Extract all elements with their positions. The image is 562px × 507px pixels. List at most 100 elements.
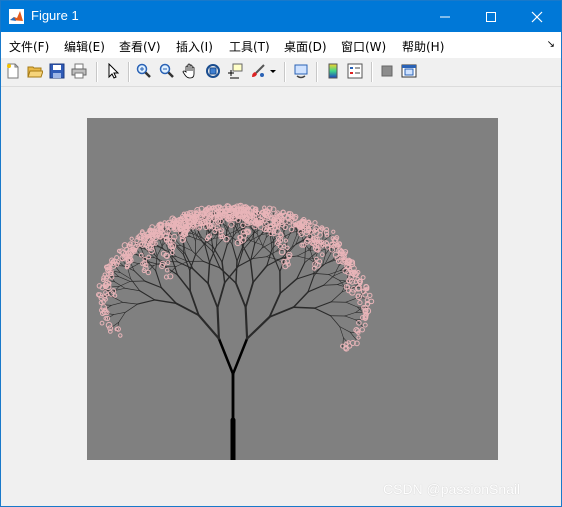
minimize-button[interactable] [422,1,468,32]
tree-branch [130,278,141,292]
minimize-icon [440,16,450,17]
open-file-icon[interactable] [25,61,45,81]
brush-dropdown-arrow-icon[interactable] [267,61,279,81]
tree-branch [345,297,358,303]
print-icon[interactable] [69,61,89,81]
blossom-marker [99,320,105,326]
tree-branch [111,302,124,306]
hide-plot-tools-icon[interactable] [377,61,397,81]
tree-branch [216,306,220,340]
show-plot-tools-icon[interactable] [399,61,419,81]
menu-desktop[interactable]: 桌面(D) [284,38,327,55]
zoom-in-icon[interactable] [134,61,154,81]
link-plot-icon[interactable] [291,61,311,81]
window-title: Figure 1 [31,8,79,23]
select-arrow-icon[interactable] [103,61,123,81]
tree-branch [139,290,156,301]
matlab-logo-icon [9,9,24,24]
maximize-button[interactable] [468,1,514,32]
tree-branch [261,242,273,249]
tree-branch [314,301,332,309]
maximize-icon [486,11,496,22]
tree-branch [176,274,191,292]
tree-branch [209,245,217,263]
close-icon [531,11,543,22]
tree-branch [216,281,226,309]
menu-view[interactable]: 查看(V) [119,38,161,55]
blossom-marker [312,220,318,226]
tree-branch [292,291,309,308]
blossom-marker [146,254,152,260]
rotate-3d-icon[interactable] [203,61,223,81]
blossom-marker [129,236,134,241]
brush-icon[interactable] [248,61,268,81]
blossom-marker [324,240,330,246]
tree-branch [175,256,189,262]
tree-branch [304,246,306,263]
tree-branch [279,278,298,295]
blossom-marker [118,333,123,338]
menu-tools[interactable]: 工具(T) [229,38,270,55]
menu-dock-arrow-icon[interactable]: ↘ [547,39,555,50]
menu-insert[interactable]: 插入(I) [176,38,213,55]
menu-help[interactable]: 帮助(H) [402,38,444,55]
tree-branch [344,315,357,321]
zoom-out-icon[interactable] [157,61,177,81]
blossom-marker [283,238,288,243]
tree-branch [344,312,357,317]
tree-branch [244,281,254,309]
blossom-marker [165,260,171,266]
tree-branch [108,286,120,288]
menu-edit[interactable]: 编辑(E) [64,38,105,55]
tree-branch [342,337,344,348]
tree-branch [323,284,338,286]
pan-hand-icon[interactable] [180,61,200,81]
blossom-marker [262,205,267,210]
blossom-marker [319,252,325,257]
tree-branch [197,314,220,340]
tree-branch [249,260,254,284]
tree-branch [118,312,126,323]
tree-branch [192,268,209,285]
blossom-marker [357,299,363,306]
tree-branch [124,287,141,292]
tree-branch [323,275,335,286]
tree-branch [124,303,138,313]
tree-branch [231,243,238,262]
blossom-marker [360,275,366,280]
tree-branch [144,280,162,289]
tree-branch [211,236,213,252]
tree-branch [191,230,196,242]
tree-branch [112,296,124,303]
tree-branch [349,331,357,341]
toolbar-separator [284,62,286,82]
data-cursor-icon[interactable] [225,61,245,81]
menu-bar: 文件(F) 编辑(E) 查看(V) 插入(I) 工具(T) 桌面(D) 窗口(W… [1,32,561,58]
tree-branch [296,250,309,257]
blossom-marker [362,322,368,328]
tree-branch [122,301,138,305]
tree-branch [252,265,268,284]
menu-file[interactable]: 文件(F) [9,38,49,55]
new-figure-icon[interactable] [3,61,23,81]
colorbar-icon[interactable] [323,61,343,81]
tree-branch [242,244,252,262]
tree-branch [244,306,249,340]
save-icon[interactable] [47,61,67,81]
legend-icon[interactable] [345,61,365,81]
axes-plot-area[interactable] [87,118,498,460]
tree-branch [207,261,211,285]
tree-branch [137,299,156,305]
tree-branch [252,256,267,259]
tree-branch [235,260,238,284]
toolbar-separator [316,62,318,82]
blossom-marker [356,335,361,340]
menu-window[interactable]: 窗口(W) [341,38,386,55]
blossom-marker [306,219,311,224]
blossom-marker [282,244,287,249]
blossom-marker [114,327,119,332]
tree-branch [195,243,205,255]
close-button[interactable] [514,1,560,32]
tree-branch [113,312,126,315]
title-bar[interactable]: Figure 1 [1,1,561,32]
